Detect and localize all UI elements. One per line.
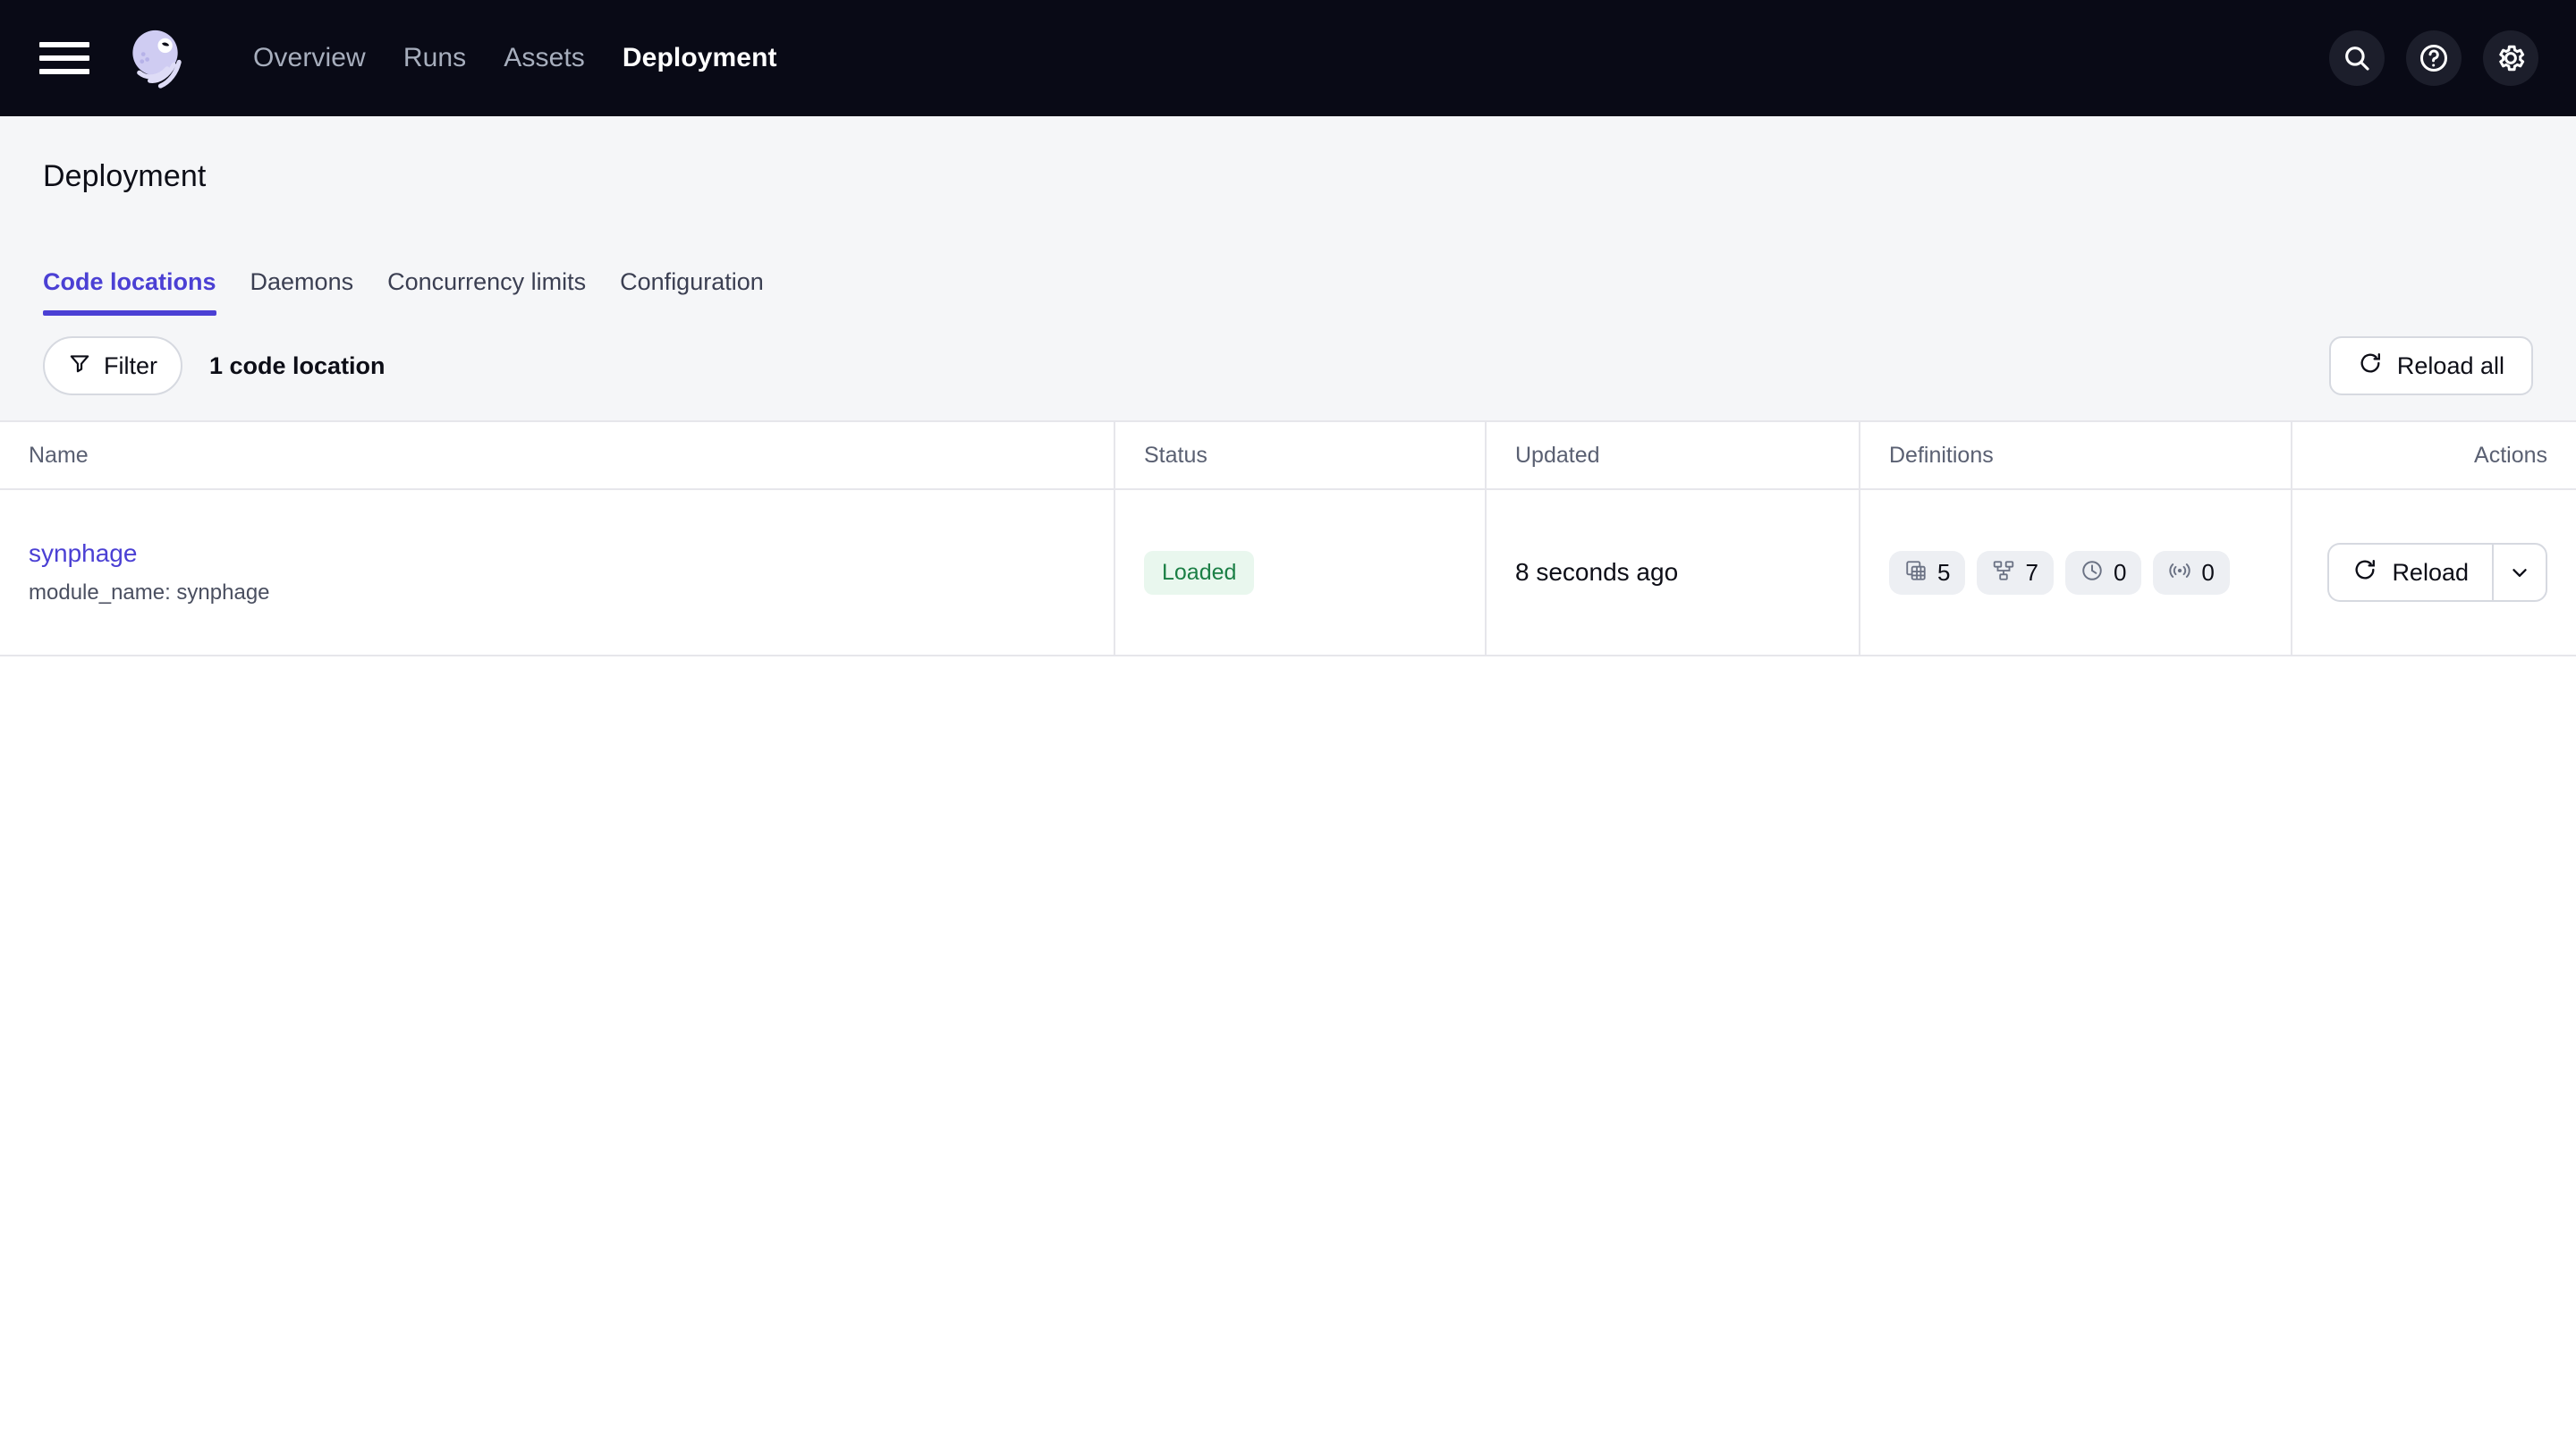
dagster-jellyfish-logo[interactable] — [123, 25, 190, 91]
hamburger-menu-icon[interactable] — [39, 33, 89, 83]
reload-button-label: Reload — [2392, 558, 2469, 586]
filter-button[interactable]: Filter — [43, 336, 182, 395]
tab-code-locations[interactable]: Code locations — [43, 268, 233, 316]
dagster-jellyfish-logo-svg — [132, 30, 182, 89]
column-header-actions: Actions — [2291, 422, 2576, 488]
nav-link-runs[interactable]: Runs — [385, 43, 485, 73]
updated-timestamp: 8 seconds ago — [1515, 558, 1679, 586]
chevron-down-icon[interactable] — [2492, 543, 2547, 602]
cell-updated: 8 seconds ago — [1485, 490, 1859, 655]
nav-link-assets[interactable]: Assets — [485, 43, 604, 73]
refresh-icon — [2358, 351, 2383, 382]
page-header-block: Deployment Code locations Daemons Concur… — [0, 116, 2576, 422]
nav-action-icons — [2329, 30, 2538, 86]
cell-definitions: 5 7 0 0 — [1859, 490, 2291, 655]
cell-actions: Reload — [2291, 490, 2576, 655]
deployment-tabs: Code locations Daemons Concurrency limit… — [0, 241, 2576, 316]
empty-table-area — [0, 656, 2576, 1456]
assets-count-value: 5 — [1937, 558, 1951, 586]
table-row: synphage module_name: synphage Loaded 8 … — [0, 490, 2576, 656]
definition-chips: 5 7 0 0 — [1889, 550, 2262, 595]
code-location-module: module_name: synphage — [29, 580, 270, 605]
column-header-definitions: Definitions — [1859, 422, 2291, 488]
jobs-count-value: 7 — [2025, 558, 2038, 586]
jobs-count-chip[interactable]: 7 — [1977, 550, 2054, 595]
status-badge: Loaded — [1144, 550, 1255, 595]
reload-split-button: Reload — [2327, 543, 2547, 602]
reload-all-label: Reload all — [2396, 351, 2504, 379]
primary-nav-links: Overview Runs Assets Deployment — [234, 43, 796, 73]
table-header-row: Name Status Updated Definitions Actions — [0, 422, 2576, 490]
tab-configuration[interactable]: Configuration — [603, 268, 781, 316]
code-location-link[interactable]: synphage — [29, 538, 1085, 569]
tab-daemons[interactable]: Daemons — [233, 268, 371, 316]
column-header-status: Status — [1114, 422, 1485, 488]
column-header-name: Name — [29, 442, 89, 468]
reload-all-button[interactable]: Reload all — [2328, 336, 2533, 395]
schedules-count-chip[interactable]: 0 — [2064, 550, 2142, 595]
deployment-page: Overview Runs Assets Deployment Deployme… — [0, 0, 2576, 1456]
nav-link-deployment[interactable]: Deployment — [604, 43, 796, 73]
tab-concurrency-limits[interactable]: Concurrency limits — [370, 268, 603, 316]
gear-icon[interactable] — [2483, 30, 2538, 86]
schedules-clock-icon — [2080, 559, 2104, 587]
nav-link-overview[interactable]: Overview — [234, 43, 385, 73]
code-locations-table: Name Status Updated Definitions Actions … — [0, 422, 2576, 656]
code-location-count: 1 code location — [209, 351, 386, 379]
cell-name: synphage module_name: synphage — [0, 490, 1114, 655]
sensors-count-value: 0 — [2201, 558, 2215, 586]
assets-count-chip[interactable]: 5 — [1889, 550, 1966, 595]
refresh-icon — [2352, 557, 2377, 588]
search-icon[interactable] — [2329, 30, 2385, 86]
help-icon[interactable] — [2406, 30, 2462, 86]
reload-button[interactable]: Reload — [2327, 543, 2492, 602]
top-navigation-bar: Overview Runs Assets Deployment — [0, 0, 2576, 116]
page-title: Deployment — [43, 159, 207, 193]
column-header-updated: Updated — [1485, 422, 1859, 488]
cell-status: Loaded — [1114, 490, 1485, 655]
assets-icon — [1904, 559, 1928, 587]
funnel-icon — [68, 351, 91, 381]
schedules-count-value: 0 — [2113, 558, 2127, 586]
sensors-count-chip[interactable]: 0 — [2153, 550, 2230, 595]
jobs-icon — [1992, 559, 2015, 587]
sensors-icon — [2168, 559, 2191, 587]
filter-button-label: Filter — [104, 351, 157, 379]
table-toolbar: Filter 1 code location Reload all — [0, 319, 2576, 412]
